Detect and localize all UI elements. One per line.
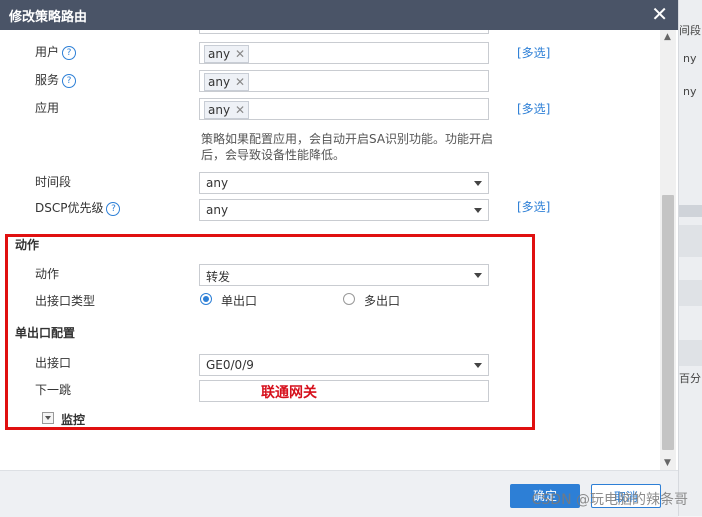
application-label: 应用 [35, 101, 60, 115]
user-label: 用户? [35, 43, 77, 60]
remove-tag-icon[interactable]: ✕ [235, 102, 245, 118]
dialog-titlebar: 修改策略路由 ✕ [0, 0, 678, 30]
help-icon[interactable]: ? [106, 202, 121, 216]
user-tag: any ✕ [204, 45, 250, 63]
dscp-multi-select-link[interactable]: [多选] [517, 198, 550, 215]
application-multi-select-link[interactable]: [多选] [517, 100, 550, 117]
scrollbar-thumb[interactable] [662, 195, 674, 450]
background-bar [679, 225, 702, 257]
user-field[interactable]: any ✕ [199, 42, 489, 64]
time-range-label: 时间段 [35, 175, 72, 189]
scroll-up-icon[interactable]: ▲ [664, 32, 671, 42]
partial-field-above [199, 30, 489, 34]
application-field[interactable]: any ✕ [199, 98, 489, 120]
watermark: CSDN @玩电脑的辣条哥 [531, 492, 688, 508]
background-bar [679, 340, 702, 366]
scrollbar[interactable]: ▲ ▼ [660, 30, 676, 470]
policy-route-dialog: 修改策略路由 ✕ 用户? any ✕ [多选] 服务? any ✕ 应用 any ✕ … [0, 0, 678, 517]
service-field[interactable]: any ✕ [199, 70, 489, 92]
chevron-down-icon [474, 208, 482, 213]
time-range-select[interactable]: any [199, 172, 489, 194]
application-tag: any ✕ [204, 101, 250, 119]
background-text: ny [683, 85, 697, 98]
highlight-box [5, 234, 535, 430]
dscp-label: DSCP优先级? [35, 199, 121, 216]
background-bar [679, 205, 702, 217]
remove-tag-icon[interactable]: ✕ [235, 46, 245, 62]
dscp-value: any [206, 203, 229, 217]
time-range-value: any [206, 176, 229, 190]
service-tag: any ✕ [204, 73, 250, 91]
background-text: 间段 [679, 24, 701, 37]
background-text: ny [683, 52, 697, 65]
dialog-content[interactable]: 用户? any ✕ [多选] 服务? any ✕ 应用 any ✕ [多选] 策略如果… [0, 30, 660, 470]
background-text: 百分比 [679, 372, 702, 385]
dialog-title: 修改策略路由 [9, 10, 88, 25]
service-label: 服务? [35, 71, 77, 88]
user-multi-select-link[interactable]: [多选] [517, 44, 550, 61]
dscp-select[interactable]: any [199, 199, 489, 221]
close-icon[interactable]: ✕ [651, 2, 668, 26]
scroll-down-icon[interactable]: ▼ [664, 458, 671, 468]
background-window-panel: 间段 ny ny 百分比 [678, 0, 702, 516]
chevron-down-icon [474, 181, 482, 186]
help-icon[interactable]: ? [62, 74, 77, 88]
background-bar [679, 280, 702, 306]
help-icon[interactable]: ? [62, 46, 77, 60]
application-hint: 策略如果配置应用，会自动开启SA识别功能。功能开启后，会导致设备性能降低。 [201, 132, 494, 162]
remove-tag-icon[interactable]: ✕ [235, 74, 245, 90]
